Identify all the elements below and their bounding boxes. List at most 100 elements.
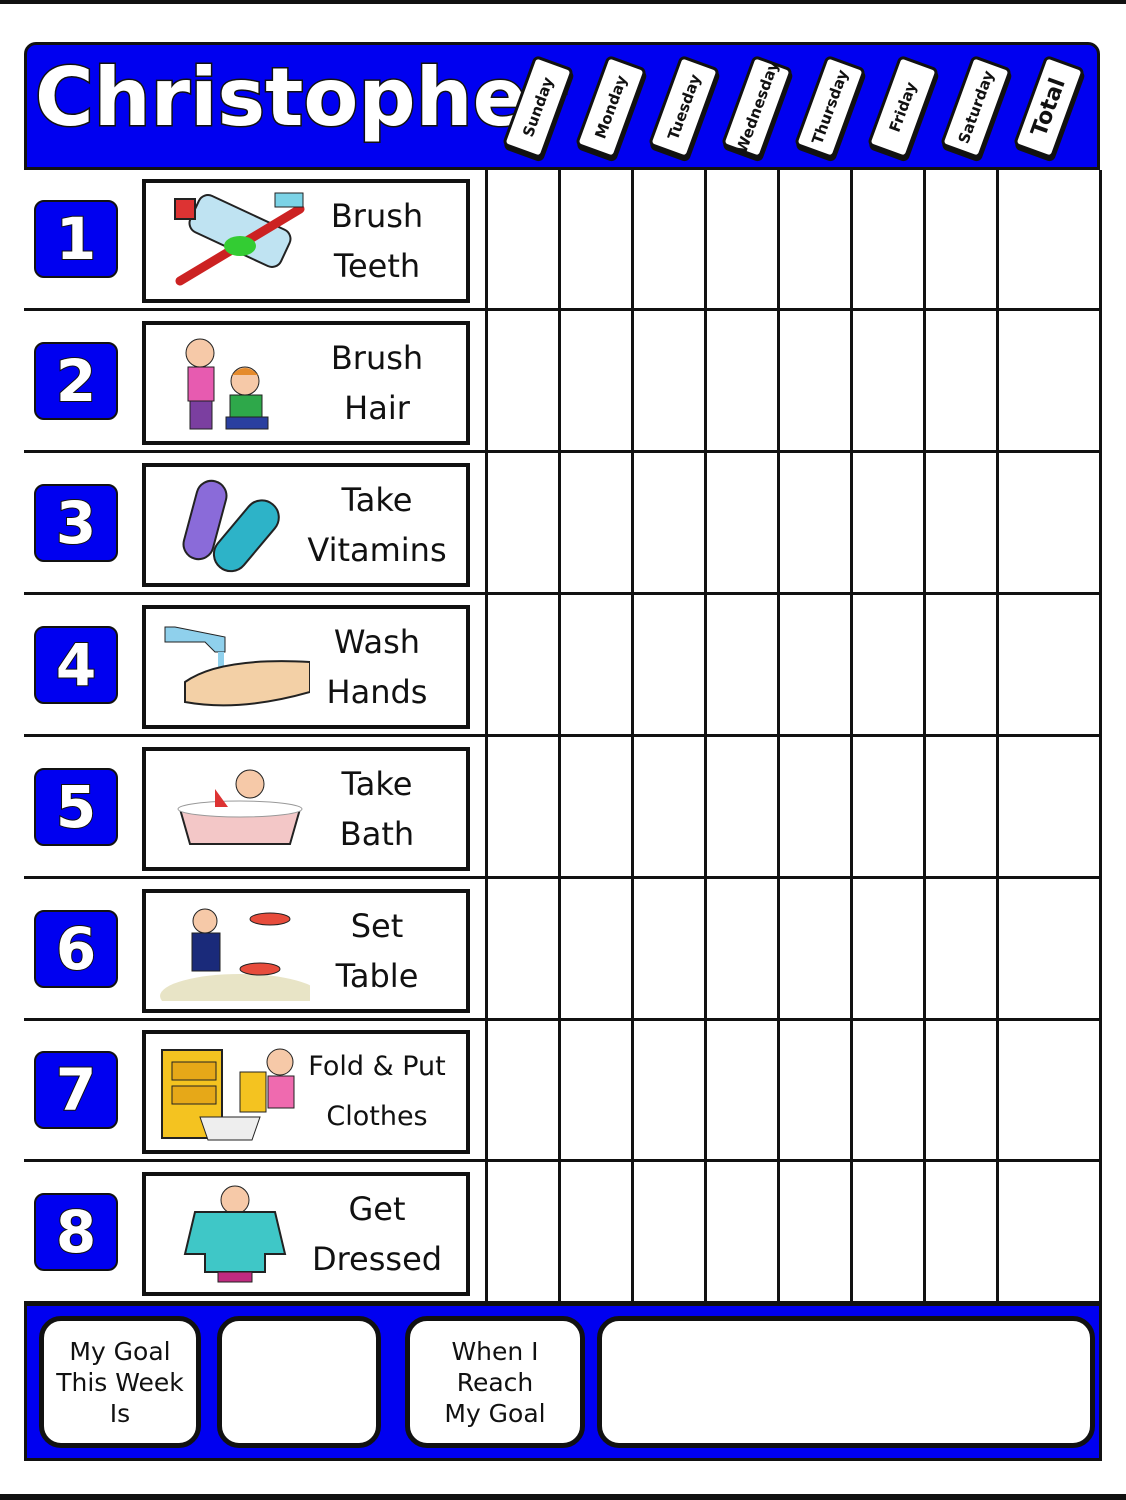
check-cell-tuesday[interactable] [637, 170, 707, 308]
check-cell-saturday[interactable] [929, 312, 999, 450]
grid-divider [996, 170, 999, 1303]
chore-label: Get Dressed [302, 1176, 452, 1292]
check-cell-friday[interactable] [856, 596, 926, 734]
check-cell-total[interactable] [1002, 880, 1102, 1018]
check-cell-friday[interactable] [856, 312, 926, 450]
chore-number-badge: 1 [34, 200, 118, 278]
check-cell-saturday[interactable] [929, 880, 999, 1018]
check-cell-tuesday[interactable] [637, 312, 707, 450]
reward-input-box[interactable] [597, 1316, 1095, 1448]
bathtub-icon [160, 759, 310, 859]
check-cell-wednesday[interactable] [710, 1163, 780, 1301]
check-cell-wednesday[interactable] [710, 596, 780, 734]
check-cell-sunday[interactable] [491, 880, 561, 1018]
check-cell-thursday[interactable] [783, 170, 853, 308]
grid-divider [558, 170, 561, 1303]
goal-input-box[interactable] [217, 1316, 381, 1448]
check-cell-friday[interactable] [856, 170, 926, 308]
chore-label-line2: Hands [326, 673, 428, 711]
chore-card: Brush Hair [142, 321, 470, 445]
check-cell-sunday[interactable] [491, 596, 561, 734]
check-cell-friday[interactable] [856, 1021, 926, 1159]
check-cell-saturday[interactable] [929, 454, 999, 592]
grid-divider [485, 170, 488, 1303]
check-cell-sunday[interactable] [491, 170, 561, 308]
check-cell-monday[interactable] [564, 738, 634, 876]
sweater-icon [160, 1184, 310, 1284]
column-header-label: Sunday [518, 74, 558, 140]
check-cell-sunday[interactable] [491, 312, 561, 450]
chore-card: Get Dressed [142, 1172, 470, 1296]
check-cell-saturday[interactable] [929, 1163, 999, 1301]
check-cell-wednesday[interactable] [710, 170, 780, 308]
check-cell-monday[interactable] [564, 1163, 634, 1301]
chore-number-badge: 2 [34, 342, 118, 420]
check-cell-sunday[interactable] [491, 1021, 561, 1159]
check-cell-wednesday[interactable] [710, 738, 780, 876]
column-header-saturday: Saturday [939, 54, 1013, 160]
top-border [0, 0, 1126, 4]
check-cell-saturday[interactable] [929, 170, 999, 308]
check-cell-total[interactable] [1002, 738, 1102, 876]
chore-label: Brush Teeth [302, 183, 452, 299]
check-cell-total[interactable] [1002, 596, 1102, 734]
check-cell-tuesday[interactable] [637, 1163, 707, 1301]
check-cell-tuesday[interactable] [637, 1021, 707, 1159]
check-cell-total[interactable] [1002, 1021, 1102, 1159]
chore-grid: 1 Brush Teeth 2 Brush Hair 3 Take Vitamins 4 Wash H… [24, 170, 1102, 1304]
check-cell-wednesday[interactable] [710, 454, 780, 592]
check-cell-monday[interactable] [564, 880, 634, 1018]
check-cell-friday[interactable] [856, 738, 926, 876]
check-cell-friday[interactable] [856, 454, 926, 592]
check-cell-tuesday[interactable] [637, 454, 707, 592]
bottom-border [0, 1494, 1126, 1500]
check-cell-thursday[interactable] [783, 738, 853, 876]
chore-label: Set Table [302, 893, 452, 1009]
check-cell-sunday[interactable] [491, 738, 561, 876]
child-name-title: Christopher [33, 50, 567, 146]
check-cell-wednesday[interactable] [710, 880, 780, 1018]
check-cell-tuesday[interactable] [637, 738, 707, 876]
check-cell-wednesday[interactable] [710, 312, 780, 450]
chore-label-line1: Brush [330, 339, 424, 377]
check-cell-sunday[interactable] [491, 1163, 561, 1301]
check-cell-thursday[interactable] [783, 454, 853, 592]
check-cell-saturday[interactable] [929, 596, 999, 734]
column-header-label: Saturday [954, 68, 998, 146]
check-cell-monday[interactable] [564, 1021, 634, 1159]
check-cell-tuesday[interactable] [637, 880, 707, 1018]
grid-divider [923, 170, 926, 1303]
check-cell-friday[interactable] [856, 1163, 926, 1301]
check-cell-total[interactable] [1002, 170, 1102, 308]
check-cell-tuesday[interactable] [637, 596, 707, 734]
check-cell-thursday[interactable] [783, 1163, 853, 1301]
chore-label-line2: Teeth [333, 247, 421, 285]
laundry-icon [160, 1042, 310, 1142]
check-cell-thursday[interactable] [783, 596, 853, 734]
check-cell-monday[interactable] [564, 596, 634, 734]
check-cell-saturday[interactable] [929, 1021, 999, 1159]
chore-label: Take Bath [302, 751, 452, 867]
goal-label: My Goal This Week Is [39, 1316, 201, 1448]
column-header-monday: Monday [574, 54, 648, 160]
column-header-label: Monday [591, 72, 631, 142]
check-cell-friday[interactable] [856, 880, 926, 1018]
check-cell-thursday[interactable] [783, 312, 853, 450]
check-cell-thursday[interactable] [783, 1021, 853, 1159]
chore-label-line1: Brush [330, 197, 424, 235]
chore-card: Take Vitamins [142, 463, 470, 587]
chore-label: Wash Hands [302, 609, 452, 725]
check-cell-total[interactable] [1002, 312, 1102, 450]
check-cell-wednesday[interactable] [710, 1021, 780, 1159]
column-header-label: Friday [885, 79, 921, 135]
check-cell-total[interactable] [1002, 454, 1102, 592]
check-cell-saturday[interactable] [929, 738, 999, 876]
check-cell-monday[interactable] [564, 454, 634, 592]
check-cell-monday[interactable] [564, 312, 634, 450]
grid-divider [1099, 170, 1102, 1303]
check-cell-monday[interactable] [564, 170, 634, 308]
check-cell-total[interactable] [1002, 1163, 1102, 1301]
chore-row: 3 Take Vitamins [24, 454, 1102, 595]
check-cell-thursday[interactable] [783, 880, 853, 1018]
check-cell-sunday[interactable] [491, 454, 561, 592]
